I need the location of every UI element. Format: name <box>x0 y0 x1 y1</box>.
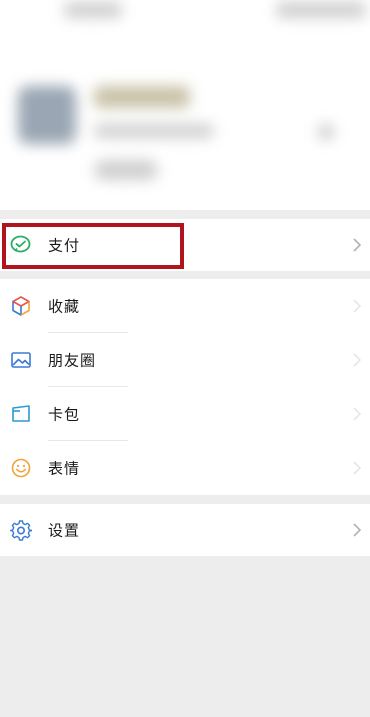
chevron-right-icon <box>353 523 362 537</box>
menu-item-label: 表情 <box>48 459 81 478</box>
menu-item-label: 设置 <box>48 521 81 540</box>
menu-item-pay[interactable]: 支付 <box>0 219 370 271</box>
pay-section: 支付 <box>0 219 370 271</box>
chevron-right-icon <box>353 353 362 367</box>
profile-header[interactable] <box>0 0 370 210</box>
card-wallet-icon <box>12 405 30 422</box>
chevron-right-icon <box>353 238 362 252</box>
chevron-right-icon <box>353 299 362 313</box>
blurred-profile-content <box>0 0 370 210</box>
moments-picture-icon <box>11 352 31 368</box>
settings-section: 设置 <box>0 504 370 556</box>
feature-section: 收藏 朋友圈 卡包 表情 <box>0 279 370 495</box>
chevron-right-icon <box>353 407 362 421</box>
menu-item-label: 卡包 <box>48 405 81 424</box>
chevron-right-icon <box>353 461 362 475</box>
menu-item-stickers[interactable]: 表情 <box>0 441 370 495</box>
menu-item-label: 朋友圈 <box>48 351 97 370</box>
avatar <box>18 86 76 144</box>
menu-item-cards[interactable]: 卡包 <box>0 387 370 441</box>
menu-item-settings[interactable]: 设置 <box>0 504 370 556</box>
settings-gear-icon <box>10 520 32 541</box>
favorites-cube-icon <box>12 296 30 316</box>
wechat-pay-icon <box>10 235 31 253</box>
menu-item-favorites[interactable]: 收藏 <box>0 279 370 333</box>
sticker-smile-icon <box>11 458 31 478</box>
menu-item-label: 收藏 <box>48 297 81 316</box>
menu-item-moments[interactable]: 朋友圈 <box>0 333 370 387</box>
menu-item-label: 支付 <box>48 236 81 255</box>
